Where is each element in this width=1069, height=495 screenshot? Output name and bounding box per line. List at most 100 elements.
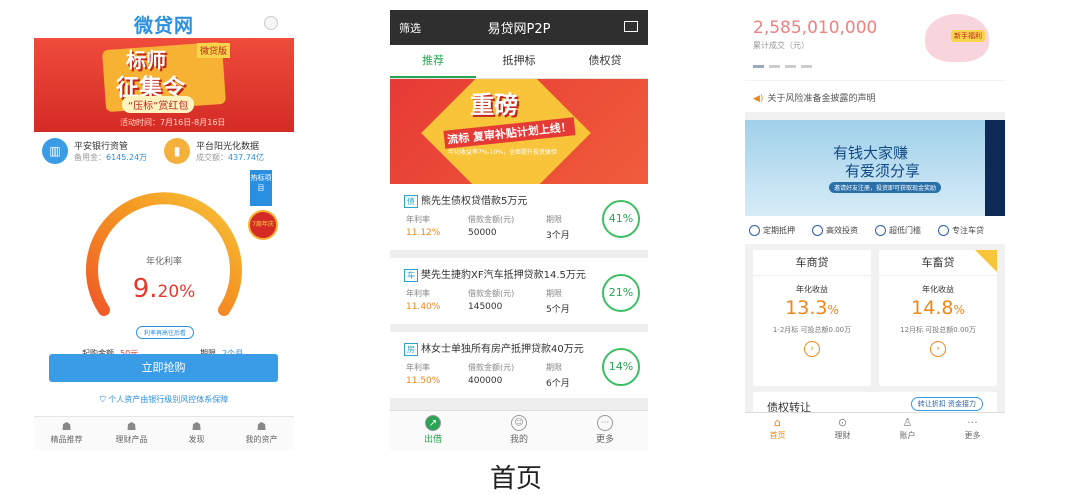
nav-home[interactable]: ⌂ 首页 [745,413,810,450]
speaker-icon: ◀) [753,94,764,104]
hot-tag: 热标项目 [250,170,272,206]
nav-assets[interactable]: ☗ 我的资产 [229,417,294,450]
nav-mine[interactable]: ☺ 我的 [476,411,562,450]
feature-row: 定期抵押 高效投资 超低门槛 专注车贷 [745,216,1005,244]
info-bank[interactable]: ▥ 平安银行资管 备用金：6145.24万 [42,138,164,164]
banner-date: 活动时间：7月16日-8月16日 [120,118,226,127]
banner-line-2: 有爱须分享 [845,162,921,180]
nav-account[interactable]: ♙ 账户 [875,413,940,450]
featured-icon: ☗ [61,420,72,433]
product-label: 年化收益 [796,285,828,294]
rate-label: 年化利率 [145,257,182,267]
nav-featured[interactable]: ☗ 精品推荐 [34,417,99,450]
nav-more[interactable]: ··· 更多 [940,413,1005,450]
bottom-nav: ⌂ 首页 ⊙ 理财 ♙ 账户 ··· 更多 [745,412,1005,450]
figure-caption: 首页 [489,464,542,494]
product-card[interactable]: 车商贷 年化收益 13.3% 1-2月标 可投总额0.00万 › [753,250,871,386]
feature-item: 高效投资 [812,224,875,236]
loan-rate: 年利率 11.12% [406,215,441,238]
buy-button[interactable]: 立即抢购 [49,354,278,382]
loan-card[interactable]: 车樊先生捷豹XF汽车抵押贷款14.5万元 年利率 11.40% 借款金额(元) 14… [390,258,648,324]
loan-card[interactable]: 房林女士单独所有房产抵押贷款40万元 年利率 11.50% 借款金额(元) 4000… [390,332,648,398]
safety-note[interactable]: ⛉ 个人资产由银行级别风控体系保障 [34,394,294,405]
tab-recommend[interactable]: 推荐 [390,45,476,78]
banner-headline: 重磅 [470,91,518,119]
loan-name: 债熊先生债权贷借款5万元 [404,192,527,208]
loan-name: 房林女士单独所有房产抵押贷款40万元 [404,340,584,356]
loan-type-tag: 债 [404,195,418,208]
carousel-dots [753,65,812,68]
loan-card[interactable]: 债熊先生债权贷借款5万元 年利率 11.12% 借款金额(元) 50000 期限 3个… [390,184,648,250]
tab-bar: 推荐 抵押标 债权贷 [390,45,648,79]
nav-more[interactable]: ··· 更多 [562,411,648,450]
product-card[interactable]: 车畜贷 年化收益 14.8% 12月标 可投总额0.00万 › [879,250,997,386]
promo-banner[interactable]: 重磅 流标 复审补贴计划上线！ 年化收益率7%-10%，全面提升投资体验 [390,79,648,184]
info-sub: 备用金：6145.24万 [74,153,148,162]
total-amount-label: 累计成交（元） [753,41,809,50]
loan-type-tag: 房 [404,343,418,356]
loan-rate: 年利率 11.50% [406,363,441,386]
products-icon: ☗ [126,420,137,433]
screen-chedai: 2,585,010,000 累计成交（元） 新手福利 ◀) 关于风险准备金披露的声… [745,10,1005,450]
message-icon[interactable] [264,16,278,30]
screen-weidai: 微贷网 微贷版 标师 征集令 “压标”赏红包 活动时间：7月16日-8月16日 … [34,10,294,450]
anniversary-badge[interactable]: 7周年庆 [248,210,278,240]
info-title: 平台阳光化数据 [196,142,260,152]
info-title: 平安银行资管 [74,142,129,152]
finance-icon: ⊙ [837,416,848,429]
info-sub: 成交额：437.74亿 [196,153,264,162]
arrow-right-icon[interactable]: › [930,341,946,357]
feature-icon [938,224,949,236]
page-title: 易贷网P2P [487,22,551,37]
nav-products[interactable]: ☗ 理财产品 [99,417,164,450]
newbie-tag[interactable]: 新手福利 [951,30,985,42]
product-meta: 1-2月标 可投总额0.00万 [772,326,852,334]
shield-icon: ⛉ [99,395,109,404]
rate-value: 9.20% [132,274,196,304]
product-title: 车商贷 [753,250,871,276]
loan-list: 债熊先生债权贷借款5万元 年利率 11.12% 借款金额(元) 50000 期限 3个… [390,184,648,398]
platform-info: ▥ 平安银行资管 备用金：6145.24万 ▮ 平台阳光化数据 成交额：437.… [34,132,294,170]
more-icon: ··· [597,415,613,431]
app-header: 微贷网 [34,10,294,38]
rate-gauge: 热标项目 7周年庆 年化利率 9.20% 利率再高往后看 起购金额50元 期限2… [34,170,294,370]
bank-icon: ▥ [42,138,68,164]
loan-name: 车樊先生捷豹XF汽车抵押贷款14.5万元 [404,266,586,282]
rate-rule-link[interactable]: 利率再高往后看 [136,326,194,339]
progress-circle: 21% [602,274,640,312]
feature-icon [812,224,823,236]
product-grid: 车商贷 年化收益 13.3% 1-2月标 可投总额0.00万 › 车畜贷 年化收… [745,244,1005,392]
lend-icon: ↗ [425,415,441,431]
app-header: 筛选 易贷网P2P [390,10,648,45]
promo-banner[interactable]: 微贷版 标师 征集令 “压标”赏红包 活动时间：7月16日-8月16日 [34,38,294,132]
user-icon: ☺ [511,415,527,431]
product-yield: 13.3% [785,297,839,319]
loan-type-tag: 车 [404,269,418,282]
arrow-right-icon[interactable]: › [804,341,820,357]
product-yield: 14.8% [911,297,965,319]
nav-discover[interactable]: ☗ 发现 [164,417,229,450]
home-icon: ⌂ [774,416,781,429]
loan-amount: 借款金额(元) 400000 [468,363,515,386]
promo-banner[interactable]: 有钱大家赚 有爱须分享 邀请好友注册，投资即可获取现金奖励 [745,120,1005,216]
loan-term: 期限 6个月 [546,363,570,389]
banner-tag: 微贷版 [196,43,230,58]
banner-small: 邀请好友注册，投资即可获取现金奖励 [829,182,942,193]
feature-item: 定期抵押 [749,224,812,236]
loan-term: 期限 5个月 [546,289,570,315]
feature-item: 超低门槛 [875,224,938,236]
notice-bar[interactable]: ◀) 关于风险准备金披露的声明 [745,80,1005,112]
product-label: 年化收益 [922,285,954,294]
more-icon: ··· [967,416,978,429]
nav-finance[interactable]: ⊙ 理财 [810,413,875,450]
banner-subtitle: “压标”赏红包 [122,96,195,113]
chart-icon: ▮ [164,138,190,164]
assets-icon: ☗ [256,420,267,433]
mail-icon[interactable] [624,21,638,32]
tab-debt[interactable]: 债权贷 [562,45,648,78]
info-data[interactable]: ▮ 平台阳光化数据 成交额：437.74亿 [164,138,286,164]
loan-amount: 借款金额(元) 145000 [468,289,515,312]
debt-button[interactable]: 转让折扣 资金接力 [910,397,983,411]
nav-lend[interactable]: ↗ 出借 [390,411,476,450]
tab-mortgage[interactable]: 抵押标 [476,45,562,78]
